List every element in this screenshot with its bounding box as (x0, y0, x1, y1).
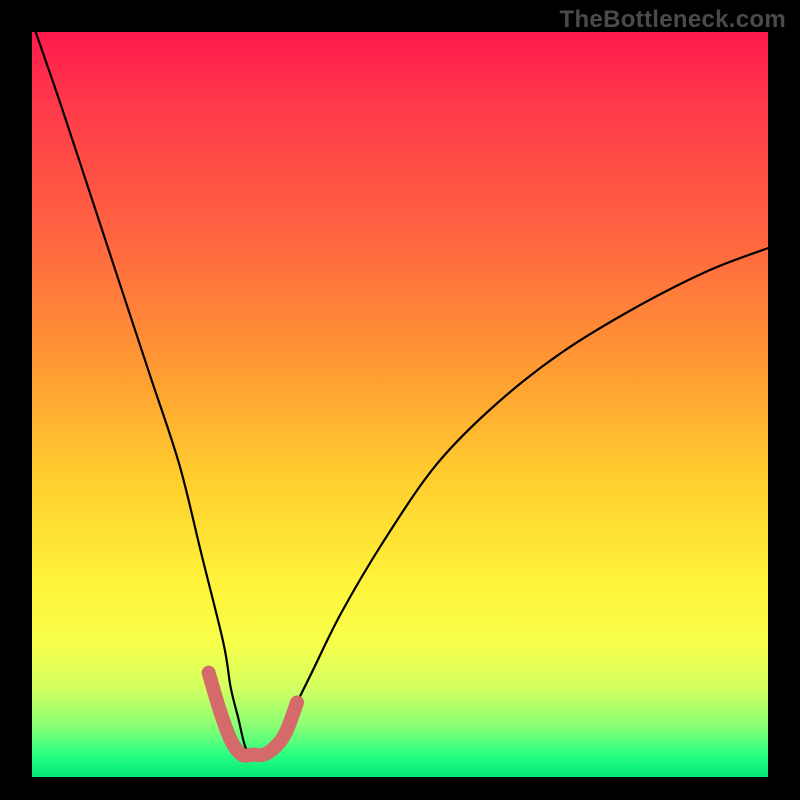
bottleneck-curve (36, 32, 768, 756)
highlight-segment (209, 673, 297, 756)
gradient-plot-area (32, 32, 768, 777)
frame: TheBottleneck.com (0, 0, 800, 800)
curve-layer (32, 32, 768, 777)
watermark-text: TheBottleneck.com (560, 6, 786, 34)
